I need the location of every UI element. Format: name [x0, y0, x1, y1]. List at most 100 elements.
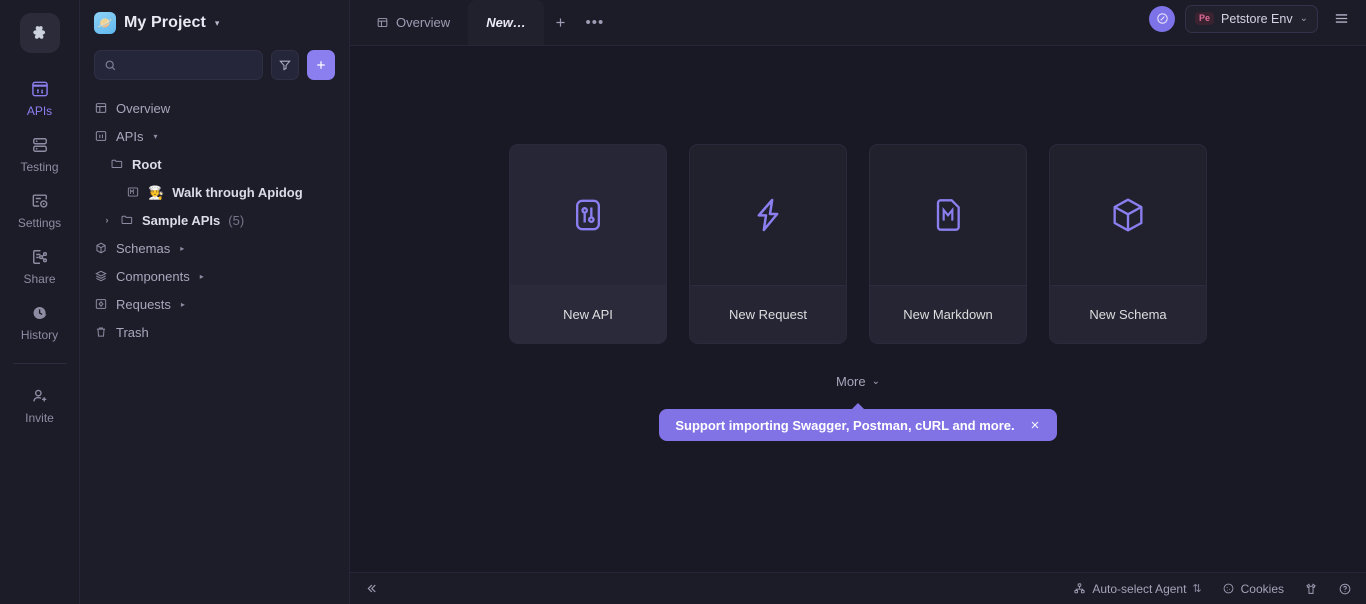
lightning-icon [690, 145, 846, 285]
tab-overflow-button[interactable]: ••• [578, 0, 612, 45]
tree-item-apis[interactable]: APIs ▾ [80, 122, 349, 150]
filter-icon [278, 58, 292, 72]
collapse-sidebar-button[interactable] [364, 581, 379, 596]
project-tree: Overview APIs ▾ [80, 90, 349, 604]
cookies-button[interactable]: Cookies [1222, 582, 1284, 596]
hamburger-icon [1333, 10, 1350, 27]
new-markdown-card[interactable]: New Markdown [869, 144, 1027, 344]
search-box[interactable] [94, 50, 263, 80]
tab-label: New… [486, 15, 526, 30]
project-header[interactable]: 🪐 My Project ▾ [80, 0, 349, 46]
tree-item-label: Schemas [116, 240, 171, 256]
environment-selector[interactable]: Pe Petstore Env ⌄ [1185, 4, 1318, 33]
chevron-down-icon[interactable]: ▾ [153, 132, 157, 141]
add-tab-button[interactable] [544, 0, 578, 45]
sidebar-item-label: Testing [20, 160, 59, 174]
filter-button[interactable] [271, 50, 299, 80]
quick-action-cards: New API New Request New Markdown New Sch… [509, 144, 1207, 344]
chevron-right-icon[interactable]: › [102, 215, 112, 225]
sidebar-item-testing[interactable]: Testing [0, 125, 80, 179]
folder-icon [110, 157, 124, 171]
tshirt-icon [1304, 582, 1318, 596]
chevron-down-icon: ⌄ [871, 376, 880, 387]
cookie-icon [1222, 582, 1235, 595]
sidebar-item-settings[interactable]: Settings [0, 181, 80, 235]
tree-item-label: Root [132, 156, 162, 172]
testing-icon [30, 135, 50, 155]
cookies-label: Cookies [1240, 581, 1284, 596]
share-icon [30, 247, 50, 267]
apis-icon [94, 129, 108, 143]
tree-item-schemas[interactable]: Schemas ▸ [80, 234, 349, 262]
assistant-button[interactable] [1149, 5, 1176, 32]
help-icon [1338, 582, 1352, 596]
apidog-logo[interactable] [19, 13, 60, 53]
card-label: New API [510, 285, 666, 343]
sidebar-item-share[interactable]: Share [0, 237, 80, 291]
sidebar-item-apis[interactable]: APIs [0, 69, 80, 123]
tab-overview[interactable]: Overview [358, 0, 468, 45]
invite-label: Invite [25, 411, 54, 425]
search-icon [104, 59, 117, 72]
invite-icon [30, 386, 50, 406]
sidebar-search-row [80, 46, 349, 90]
ellipsis-icon: ••• [585, 14, 605, 31]
status-bar-right: Auto-select Agent ⇅ Cookies [1073, 582, 1352, 596]
tab-new[interactable]: New… [468, 0, 544, 45]
compass-icon [1155, 11, 1170, 26]
agent-selector[interactable]: Auto-select Agent ⇅ [1073, 582, 1202, 596]
environment-name: Petstore Env [1221, 11, 1293, 26]
sidebar-item-history[interactable]: History [0, 293, 80, 347]
more-label: More [835, 374, 866, 389]
new-request-card[interactable]: New Request [689, 144, 847, 344]
project-name: My Project [124, 14, 206, 31]
app-window: APIs Testing Settings Share History Invi… [0, 0, 1366, 604]
cube-icon [1050, 145, 1206, 285]
markdown-icon [126, 185, 140, 199]
project-emoji: 🪐 [95, 14, 115, 32]
environment-badge: Pe [1195, 12, 1215, 25]
tree-item-sample-apis[interactable]: › Sample APIs (5) [80, 206, 349, 234]
chevrons-left-icon [364, 581, 379, 596]
tree-item-components[interactable]: Components ▸ [80, 262, 349, 290]
settings-icon [30, 191, 50, 211]
chevron-right-icon[interactable]: ▸ [181, 300, 185, 309]
tree-item-label: Requests [116, 296, 171, 312]
card-label: New Schema [1050, 285, 1206, 343]
tree-item-walk-through-apidog[interactable]: 🧑‍🍳 Walk through Apidog [80, 178, 349, 206]
new-tab-content: New API New Request New Markdown New Sch… [350, 46, 1366, 572]
main-menu-button[interactable] [1328, 6, 1354, 32]
chevron-updown-icon: ⇅ [1192, 583, 1202, 595]
tab-label: Overview [396, 15, 451, 30]
rail-divider [13, 363, 66, 364]
folder-icon [120, 213, 134, 227]
tree-item-requests[interactable]: Requests ▸ [80, 290, 349, 318]
card-label: New Markdown [870, 285, 1026, 343]
overview-icon [94, 101, 108, 115]
overview-icon [376, 16, 389, 29]
markdown-file-icon [870, 145, 1026, 285]
tree-item-overview[interactable]: Overview [80, 94, 349, 122]
tree-item-label: Overview [116, 100, 171, 116]
chevron-down-icon[interactable]: ▾ [215, 18, 220, 29]
search-input[interactable] [124, 58, 253, 72]
project-sidebar: 🪐 My Project ▾ [80, 0, 350, 604]
more-toggle[interactable]: More ⌄ [836, 374, 880, 389]
plus-icon [553, 15, 568, 30]
tree-item-trash[interactable]: Trash [80, 318, 349, 346]
chevron-right-icon[interactable]: ▸ [180, 244, 184, 253]
tab-bar: Overview New… ••• Pe Petstore Env ⌄ [350, 0, 1366, 46]
chevron-right-icon[interactable]: ▸ [200, 272, 204, 281]
import-hint-tooltip: Support importing Swagger, Postman, cURL… [659, 409, 1057, 441]
project-avatar: 🪐 [94, 12, 116, 34]
api-icon [510, 145, 666, 285]
tree-item-root[interactable]: Root [80, 150, 349, 178]
close-icon[interactable] [1029, 419, 1041, 431]
theme-button[interactable] [1304, 582, 1318, 596]
invite-button[interactable]: Invite [0, 376, 80, 430]
help-button[interactable] [1338, 582, 1352, 596]
schemas-icon [94, 241, 108, 255]
new-api-card[interactable]: New API [509, 144, 667, 344]
add-button[interactable] [307, 50, 335, 80]
new-schema-card[interactable]: New Schema [1049, 144, 1207, 344]
